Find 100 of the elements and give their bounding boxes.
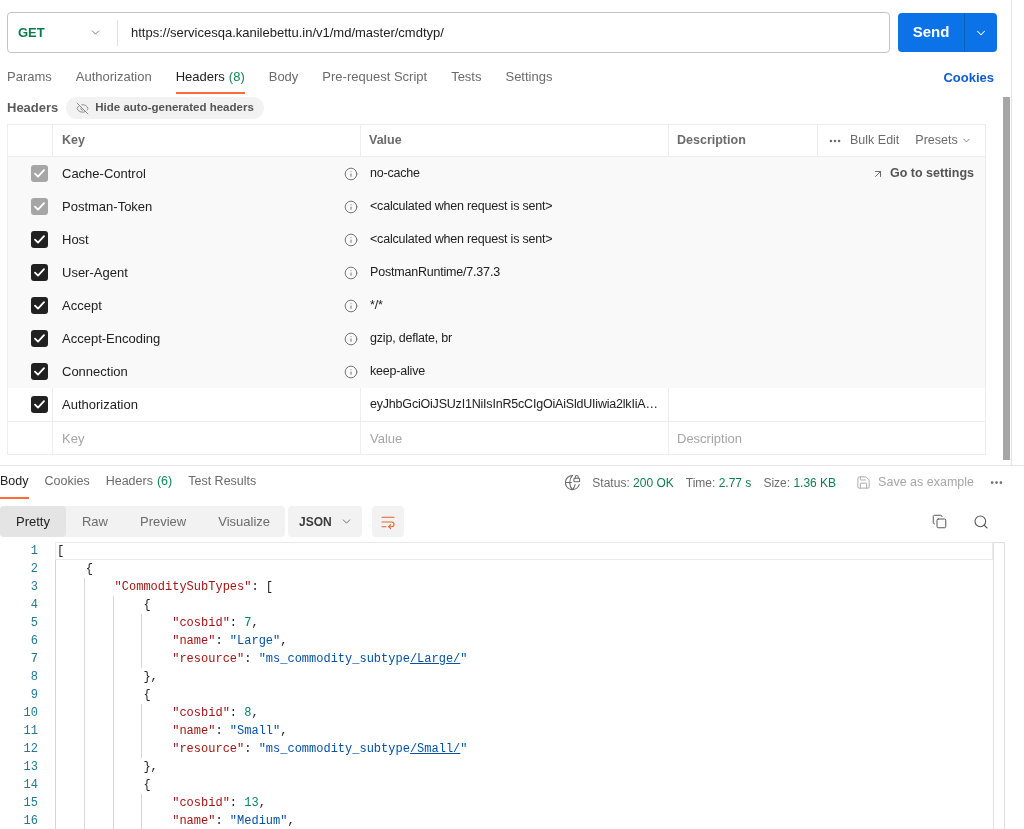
code-line: "name": "Large", (172, 634, 288, 648)
copy-icon[interactable] (932, 514, 947, 529)
checkmark-icon (34, 268, 45, 277)
tab[interactable]: Settings (505, 62, 553, 94)
cookies-link[interactable]: Cookies (943, 62, 994, 94)
url-field[interactable]: https://servicesqa.kanilebettu.in/v1/md/master/cmdtyp/ (118, 13, 889, 52)
info-icon[interactable] (344, 265, 358, 280)
info-icon[interactable] (344, 331, 358, 346)
line-number: 2 (29, 561, 38, 578)
send-button[interactable]: Send (898, 13, 964, 52)
code-line: }, (143, 670, 158, 684)
info-icon[interactable] (344, 298, 358, 313)
code-link[interactable]: /Small/ (409, 742, 461, 756)
tab[interactable]: Headers (6) (105, 466, 173, 499)
checkmark-icon (34, 202, 45, 211)
tab[interactable]: Headers (8) (175, 62, 245, 94)
tab[interactable]: Test Results (188, 466, 257, 499)
tab[interactable]: Cookies (44, 466, 90, 499)
checkmark-icon (34, 400, 45, 409)
search-icon[interactable] (973, 513, 989, 530)
code-line: { (143, 778, 151, 792)
checkmark-icon (34, 235, 45, 244)
code-line: "CommoditySubTypes": [ (114, 580, 274, 594)
code-line: "name": "Small", (172, 724, 288, 738)
checkbox[interactable] (31, 297, 48, 314)
response-size: Size: 1.36 KB (763, 474, 837, 492)
header-value: keep-alive (370, 363, 425, 381)
code-line: "name": "Medium", (172, 814, 295, 828)
header-key: Host (62, 229, 89, 250)
line-number: 7 (29, 651, 38, 668)
tab[interactable]: Body (268, 62, 299, 94)
scrollbar-track[interactable] (993, 542, 1005, 829)
checkbox[interactable] (31, 264, 48, 281)
wrap-lines-button[interactable] (372, 506, 404, 537)
checkbox[interactable] (31, 363, 48, 380)
header-value: */* (370, 297, 383, 315)
line-number: 3 (29, 579, 38, 596)
code-line: "resource": "ms_commodity_subtype/Large/" (172, 652, 468, 666)
tab[interactable]: Params (7, 62, 52, 94)
bulk-edit-button[interactable]: Bulk Edit (850, 131, 900, 150)
response-time: Time: 2.77 s (685, 474, 752, 492)
header-value: <calculated when request is sent> (370, 198, 553, 216)
code-line: [ (57, 544, 65, 558)
view-mode-tab[interactable]: Visualize (202, 506, 287, 537)
line-number: 16 (22, 813, 38, 829)
checkmark-icon (34, 169, 45, 178)
header-key: Accept (62, 295, 102, 316)
info-icon[interactable] (344, 364, 358, 379)
view-mode-tab[interactable]: Pretty (0, 506, 66, 537)
header-key: Accept-Encoding (62, 328, 161, 349)
column-header: Key (62, 132, 85, 150)
checkbox[interactable] (31, 396, 48, 413)
line-number: 4 (29, 597, 38, 614)
code-line: { (143, 688, 151, 702)
tab[interactable]: Body (0, 466, 29, 499)
line-number: 9 (29, 687, 38, 704)
checkbox[interactable] (31, 330, 48, 347)
line-number: 15 (22, 795, 38, 812)
checkmark-icon (34, 301, 45, 310)
checkbox[interactable] (31, 231, 48, 248)
header-key: Postman-Token (62, 196, 153, 217)
header-key: Authorization (62, 394, 138, 415)
line-number: 1 (29, 543, 38, 560)
view-mode-tab[interactable]: Preview (124, 506, 203, 537)
code-line: { (143, 598, 151, 612)
response-status: Status: 200 OK (592, 474, 674, 492)
header-key: Connection (62, 361, 128, 382)
globe-lock-icon[interactable] (564, 474, 582, 491)
code-line: "cosbid": 7, (172, 616, 259, 630)
eye-off-icon (76, 101, 90, 115)
line-number: 10 (22, 705, 38, 722)
header-value: no-cache (370, 165, 420, 183)
method-dropdown[interactable]: GET (8, 13, 117, 52)
format-dropdown[interactable]: JSON (288, 506, 362, 537)
scrollbar-thumb[interactable] (1003, 97, 1010, 460)
code-line: "cosbid": 13, (172, 796, 266, 810)
line-number: 8 (29, 669, 38, 686)
line-number: 13 (22, 759, 38, 776)
header-key: User-Agent (62, 262, 128, 283)
line-number: 5 (29, 615, 38, 632)
column-header: Value (369, 132, 402, 150)
column-header: Description (677, 132, 746, 150)
hide-headers-toggle[interactable]: Hide auto-generated headers (66, 97, 264, 119)
line-number: 11 (22, 723, 38, 740)
code-line: }, (143, 760, 158, 774)
tab[interactable]: Authorization (75, 62, 152, 94)
presets-button[interactable]: Presets (915, 131, 972, 150)
tab[interactable]: Tests (451, 62, 482, 94)
section-title: Headers (7, 99, 59, 118)
info-icon[interactable] (344, 232, 358, 247)
code-line: { (85, 562, 93, 576)
checkmark-icon (34, 334, 45, 343)
line-number: 14 (22, 777, 38, 794)
code-link[interactable]: /Large/ (409, 652, 461, 666)
tab[interactable]: Pre-request Script (322, 62, 428, 94)
header-value: <calculated when request is sent> (370, 231, 553, 249)
view-mode-tab[interactable]: Raw (65, 506, 124, 537)
line-number: 6 (29, 633, 38, 650)
line-number: 12 (22, 741, 38, 758)
header-value: gzip, deflate, br (370, 330, 453, 348)
